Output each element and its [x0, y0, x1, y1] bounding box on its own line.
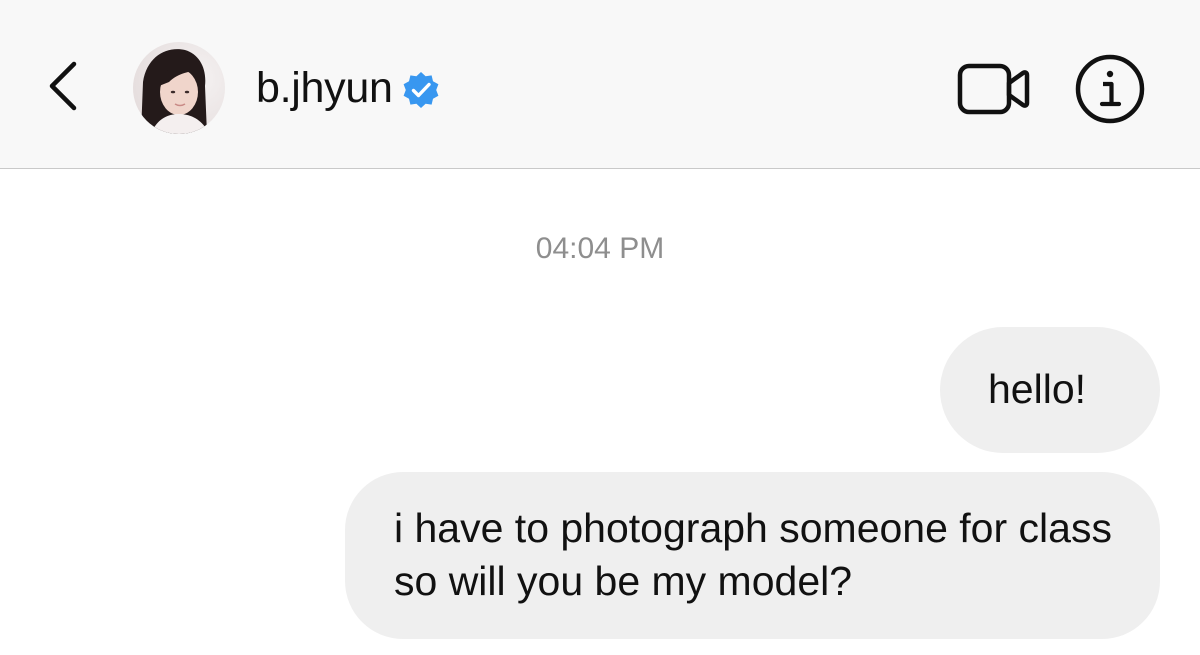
video-camera-icon — [957, 63, 1030, 115]
video-call-button[interactable] — [956, 61, 1032, 117]
username: b.jhyun — [256, 63, 393, 112]
avatar[interactable] — [133, 42, 225, 134]
conversation-header: b.jhyun — [0, 0, 1200, 169]
chevron-left-icon — [49, 61, 77, 111]
back-button[interactable] — [38, 56, 88, 116]
direct-message-screen: b.jhyun 04:04 PM hello! i have to photog… — [0, 0, 1200, 655]
info-circle-icon — [1075, 54, 1145, 124]
message-bubble-outgoing[interactable]: i have to photograph someone for class s… — [345, 472, 1160, 639]
username-title[interactable]: b.jhyun — [256, 60, 441, 116]
verified-badge-icon — [403, 72, 438, 108]
message-timestamp: 04:04 PM — [535, 232, 665, 265]
message-bubble-outgoing[interactable]: hello! — [940, 327, 1160, 453]
conversation-info-button[interactable] — [1074, 53, 1146, 125]
profile-photo — [133, 42, 225, 134]
